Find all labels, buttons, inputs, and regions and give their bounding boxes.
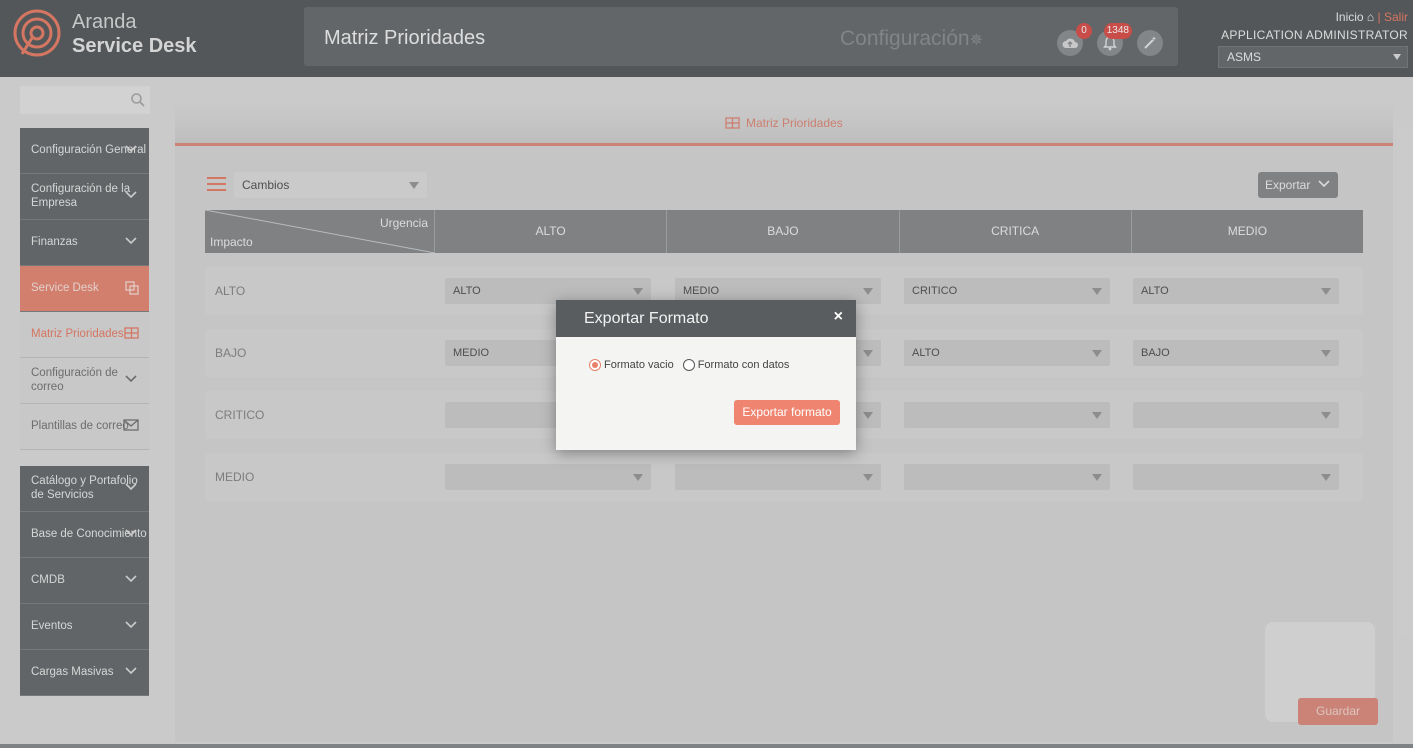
format-options: Formato vacio Formato con datos [589,359,798,371]
dialog-title: Exportar Formato [584,310,709,327]
radio-empty-format-label: Formato vacio [604,359,674,371]
export-format-button[interactable]: Exportar formato [734,400,840,425]
dialog-header: Exportar Formato × [556,300,856,337]
close-icon[interactable]: × [834,308,843,326]
radio-data-format-label: Formato con datos [697,359,790,371]
radio-empty-format[interactable] [589,359,601,371]
radio-data-format[interactable] [682,359,695,371]
export-format-dialog: Exportar Formato × Formato vacio Formato… [556,300,856,450]
